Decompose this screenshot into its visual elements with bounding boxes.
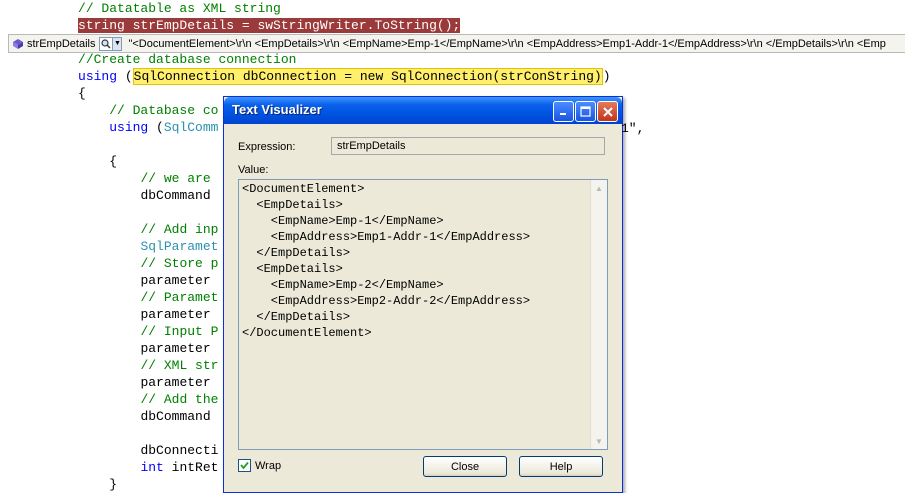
maximize-icon	[580, 106, 591, 117]
visualizer-dropdown-button[interactable]: ▼	[113, 36, 123, 51]
code-token: int	[140, 460, 164, 475]
code-token: //Create database connection	[78, 52, 297, 67]
code-token: (	[117, 69, 133, 84]
code-token: parameter	[140, 273, 211, 288]
code-token: SqlComm	[163, 120, 219, 135]
code-token: (	[148, 120, 164, 135]
magnifier-icon[interactable]	[99, 36, 114, 51]
partial-code-text: 1",	[621, 121, 645, 136]
dialog-titlebar[interactable]: Text Visualizer	[224, 97, 622, 124]
code-line: // we are	[0, 170, 211, 187]
dialog-title: Text Visualizer	[232, 102, 322, 117]
code-token: )	[602, 69, 611, 84]
code-token: // Store p	[140, 256, 219, 271]
code-line: parameter	[0, 374, 211, 391]
maximize-button[interactable]	[575, 101, 596, 122]
code-line: {	[0, 153, 117, 170]
code-token: parameter	[140, 341, 211, 356]
variable-icon	[11, 37, 25, 50]
code-line: }	[0, 476, 117, 493]
code-token: parameter	[140, 375, 211, 390]
code-token: // Database co	[109, 103, 219, 118]
code-token: // Input P	[140, 324, 219, 339]
code-token: {	[78, 86, 86, 101]
vertical-scrollbar[interactable]: ▲ ▼	[590, 180, 607, 449]
value-text[interactable]: <DocumentElement> <EmpDetails> <EmpName>…	[242, 181, 530, 341]
code-line: // Paramet	[0, 289, 218, 306]
code-token: SqlConnection dbConnection = new SqlConn…	[132, 68, 603, 85]
code-line: dbConnecti	[0, 442, 218, 459]
datatip-variable-name: strEmpDetails	[27, 37, 96, 50]
help-button[interactable]: Help	[519, 456, 603, 477]
code-token: parameter	[140, 307, 211, 322]
code-line: parameter	[0, 340, 211, 357]
code-token: intRet	[163, 460, 219, 475]
code-token: // we are	[140, 171, 211, 186]
code-token: using	[78, 69, 118, 84]
wrap-label: Wrap	[255, 459, 282, 472]
code-line: // Input P	[0, 323, 218, 340]
expression-field[interactable]: strEmpDetails	[331, 137, 605, 155]
code-token: dbConnecti	[140, 443, 219, 458]
datatip: strEmpDetails ▼ "<DocumentElement>\r\n <…	[8, 34, 905, 53]
code-token: string strEmpDetails = swStringWriter.To…	[78, 18, 461, 33]
code-line: // Add inp	[0, 221, 218, 238]
datatip-value: "<DocumentElement>\r\n <EmpDetails>\r\n …	[128, 37, 886, 50]
code-token: // XML str	[140, 358, 219, 373]
expression-label: Expression:	[238, 141, 296, 153]
text-visualizer-dialog: Text Visualizer Expression: strEmpDetail…	[223, 96, 623, 493]
code-line: int intRet	[0, 459, 218, 476]
code-line: // Datatable as XML string	[0, 0, 281, 17]
code-token: dbCommand	[140, 409, 211, 424]
code-token: // Add inp	[140, 222, 219, 237]
code-line: // Database co	[0, 102, 218, 119]
code-line: dbCommand	[0, 187, 211, 204]
code-line: using (SqlComm	[0, 119, 218, 136]
code-line: // Add the	[0, 391, 218, 408]
minimize-icon	[560, 113, 566, 115]
close-window-button[interactable]	[597, 101, 618, 122]
code-token: SqlParamet	[140, 239, 219, 254]
close-button[interactable]: Close	[423, 456, 507, 477]
code-token: // Datatable as XML string	[78, 1, 281, 16]
code-line: // XML str	[0, 357, 218, 374]
code-token: {	[109, 154, 118, 169]
code-line: dbCommand	[0, 408, 211, 425]
wrap-checkbox[interactable]: Wrap	[238, 459, 281, 472]
code-line: using (SqlConnection dbConnection = new …	[0, 68, 611, 85]
code-token: }	[109, 477, 118, 492]
code-token: // Add the	[140, 392, 219, 407]
code-line: string strEmpDetails = swStringWriter.To…	[0, 17, 461, 34]
checkmark-icon[interactable]	[238, 459, 251, 472]
code-line: // Store p	[0, 255, 218, 272]
close-icon	[602, 106, 613, 117]
value-textarea[interactable]: <DocumentElement> <EmpDetails> <EmpName>…	[238, 179, 608, 450]
code-token: // Paramet	[140, 290, 219, 305]
code-line: {	[0, 85, 86, 102]
minimize-button[interactable]	[553, 101, 574, 122]
code-line: //Create database connection	[0, 51, 296, 68]
code-line: parameter	[0, 306, 211, 323]
scroll-up-icon[interactable]: ▲	[591, 180, 607, 196]
value-label: Value:	[238, 164, 269, 176]
code-line: parameter	[0, 272, 211, 289]
code-token: using	[109, 120, 149, 135]
code-line: SqlParamet	[0, 238, 218, 255]
code-token: dbCommand	[140, 188, 211, 203]
scroll-down-icon[interactable]: ▼	[591, 433, 607, 449]
